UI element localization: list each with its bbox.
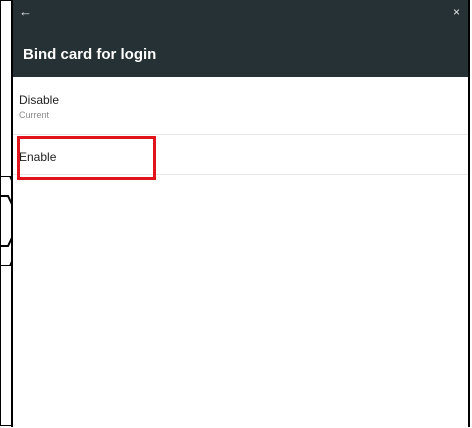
- close-icon[interactable]: ×: [453, 5, 460, 19]
- option-disable[interactable]: Disable Current: [13, 77, 468, 135]
- option-status: Current: [19, 110, 50, 120]
- option-label: Disable: [19, 93, 60, 107]
- option-enable[interactable]: Enable: [13, 135, 468, 175]
- page-title: Bind card for login: [23, 46, 157, 63]
- title-bar: ← × Bind card for login: [13, 0, 468, 77]
- app-screen: ← × Bind card for login Disable Current …: [11, 0, 470, 427]
- back-arrow-icon[interactable]: ←: [19, 4, 32, 20]
- option-label: Enable: [19, 150, 57, 164]
